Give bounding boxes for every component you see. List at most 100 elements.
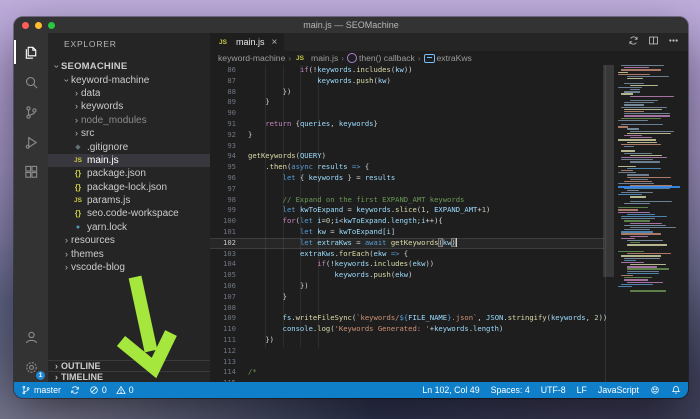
code-line[interactable]: 99 let kwToExpand = keywords.slice(1, EX… bbox=[210, 205, 604, 216]
code-line[interactable]: 87 keywords.push(kw) bbox=[210, 76, 604, 87]
code-line[interactable]: 101 let kw = kwToExpand[i] bbox=[210, 227, 604, 238]
code-line[interactable]: 90 bbox=[210, 108, 604, 119]
tree-item-data[interactable]: › data bbox=[48, 87, 210, 100]
minimap-line bbox=[624, 91, 640, 93]
tree-item-keywords[interactable]: › keywords bbox=[48, 100, 210, 113]
code-line[interactable]: 97 bbox=[210, 184, 604, 195]
tree-item-main-js[interactable]: JS main.js bbox=[48, 153, 210, 168]
status-spaces-4[interactable]: Spaces: 4 bbox=[491, 385, 530, 395]
code-line[interactable]: 106 }) bbox=[210, 281, 604, 292]
tab-close-icon[interactable]: × bbox=[272, 37, 278, 48]
breadcrumb-item-3[interactable]: then() callback bbox=[346, 53, 415, 63]
code-line[interactable]: 112 bbox=[210, 346, 604, 357]
activity-item-account[interactable] bbox=[14, 322, 48, 352]
status-lf[interactable]: LF bbox=[577, 385, 587, 395]
code-line[interactable]: 86 if(!keywords.includes(kw)) bbox=[210, 65, 604, 76]
more-actions-button[interactable] bbox=[668, 33, 679, 51]
code-line[interactable]: 96 let { keywords } = results bbox=[210, 173, 604, 184]
minimap-line bbox=[630, 161, 660, 163]
tree-item-params-js[interactable]: JS params.js bbox=[48, 194, 210, 207]
activity-item-source-control[interactable] bbox=[14, 97, 48, 127]
code-line[interactable]: 110 console.log('Keywords Generated: '+k… bbox=[210, 324, 604, 335]
code-line[interactable]: 94 getKeywords(QUERY) bbox=[210, 151, 604, 162]
tree-item-src[interactable]: › src bbox=[48, 127, 210, 140]
tree-item-package-json[interactable]: {} package.json bbox=[48, 167, 210, 180]
code-editor[interactable]: 86 if(!keywords.includes(kw)) 87 keywords… bbox=[210, 65, 688, 382]
token: slice bbox=[395, 205, 417, 215]
tree-item-yarn-lock[interactable]: ● yarn.lock bbox=[48, 221, 210, 234]
status-0[interactable]: 0 bbox=[116, 385, 134, 395]
minimap-line bbox=[624, 229, 650, 231]
minimap[interactable] bbox=[618, 65, 680, 382]
tree-item--gitignore[interactable]: ◆ .gitignore bbox=[48, 140, 210, 153]
code-line[interactable]: 91 return {queries, keywords} bbox=[210, 119, 604, 130]
scrollbar-slider[interactable] bbox=[603, 65, 614, 277]
tree-item-seo-code-workspace[interactable]: {} seo.code-workspace bbox=[48, 207, 210, 220]
line-number: 114 bbox=[223, 367, 236, 377]
tree-item-label: params.js bbox=[87, 195, 131, 207]
code-line[interactable]: 102 let extraKws = await getKeywords(kw) bbox=[210, 237, 604, 249]
tree-item-label: .gitignore bbox=[87, 141, 129, 153]
status-label: Spaces: 4 bbox=[490, 385, 530, 395]
tab-main-js[interactable]: JS main.js × bbox=[210, 33, 285, 51]
split-editor-button[interactable] bbox=[648, 33, 659, 51]
code-line[interactable]: 107 } bbox=[210, 292, 604, 303]
status-label: Ln 102, Col 49 bbox=[422, 385, 480, 395]
code-line[interactable]: 93 bbox=[210, 141, 604, 152]
status-master[interactable]: master bbox=[21, 385, 61, 395]
activity-item-run-debug[interactable] bbox=[14, 127, 48, 157]
token: keywords bbox=[334, 259, 370, 269]
breadcrumb-item-2[interactable]: JS main.js bbox=[294, 53, 338, 63]
activity-item-settings[interactable]: 1 bbox=[14, 352, 48, 382]
status-sync[interactable] bbox=[70, 385, 80, 395]
sidebar-section-timeline[interactable]: › TIMELINE bbox=[48, 371, 210, 382]
tree-item-keyword-machine[interactable]: › keyword-machine bbox=[48, 73, 210, 86]
minimap-line bbox=[627, 244, 667, 246]
code-line[interactable]: 100 for(let i=0;i<kwToExpand.length;i++)… bbox=[210, 216, 604, 227]
sidebar-section-outline[interactable]: › OUTLINE bbox=[48, 360, 210, 371]
activity-item-explorer[interactable] bbox=[14, 37, 48, 67]
activity-item-search[interactable] bbox=[14, 67, 48, 97]
minimap-line bbox=[624, 180, 652, 183]
minimap-line bbox=[627, 75, 669, 78]
code-line[interactable]: 98 // Expand on the first EXPAND_AMT key… bbox=[210, 195, 604, 206]
code-line[interactable]: 104 if(!keywords.includes(ekw)) bbox=[210, 259, 604, 270]
tree-item-vscode-blog[interactable]: › vscode-blog bbox=[48, 261, 210, 274]
token: ${ bbox=[399, 313, 409, 323]
chevron-down-icon: › bbox=[61, 78, 72, 82]
code-line[interactable]: 109 fs.writeFileSync(`keywords/${FILE_NA… bbox=[210, 313, 607, 324]
minimap-line bbox=[627, 174, 649, 176]
code-line[interactable]: 103 extraKws.forEach(ekw => { bbox=[210, 249, 604, 260]
token: for bbox=[282, 216, 296, 226]
status-ln-102-col-49[interactable]: Ln 102, Col 49 bbox=[422, 385, 479, 395]
code-line[interactable]: 95 .then(async results => { bbox=[210, 162, 604, 173]
chevron-right-icon: › bbox=[54, 360, 59, 372]
status-0[interactable]: 0 bbox=[89, 385, 107, 395]
code-line[interactable]: 89 } bbox=[210, 97, 604, 108]
git-file-icon: ◆ bbox=[75, 144, 81, 152]
tree-item-seomachine[interactable]: › SEOMACHINE bbox=[48, 60, 210, 73]
code-line[interactable]: 108 bbox=[210, 303, 604, 314]
status-utf-8[interactable]: UTF-8 bbox=[541, 385, 566, 395]
code-line[interactable]: 114 /* bbox=[210, 367, 604, 378]
activity-item-extensions[interactable] bbox=[14, 157, 48, 187]
code-line[interactable]: 115 bbox=[210, 378, 604, 382]
breadcrumb-item-4[interactable]: extraKws bbox=[423, 53, 472, 63]
open-changes-button[interactable] bbox=[628, 33, 639, 51]
code-line[interactable]: 92} bbox=[210, 130, 604, 141]
code-line[interactable]: 111 }) bbox=[210, 335, 604, 346]
tree-item-themes[interactable]: › themes bbox=[48, 247, 210, 260]
tree-item-node-modules[interactable]: › node_modules bbox=[48, 114, 210, 127]
status-feedback[interactable] bbox=[650, 385, 660, 395]
code-line[interactable]: 113 bbox=[210, 357, 604, 368]
code-line[interactable]: 88 }) bbox=[210, 87, 604, 98]
breadcrumb-item-1[interactable]: keyword-machine bbox=[218, 53, 285, 63]
tree-item-package-lock-json[interactable]: {} package-lock.json bbox=[48, 181, 210, 194]
tree-item-resources[interactable]: › resources bbox=[48, 234, 210, 247]
symbol-method-icon bbox=[346, 53, 357, 63]
status-bell[interactable] bbox=[671, 385, 681, 395]
minimap-line bbox=[621, 65, 664, 67]
status-javascript[interactable]: JavaScript bbox=[598, 385, 639, 395]
code-line[interactable]: 105 keywords.push(ekw) bbox=[210, 270, 604, 281]
line-content: } bbox=[248, 292, 287, 303]
